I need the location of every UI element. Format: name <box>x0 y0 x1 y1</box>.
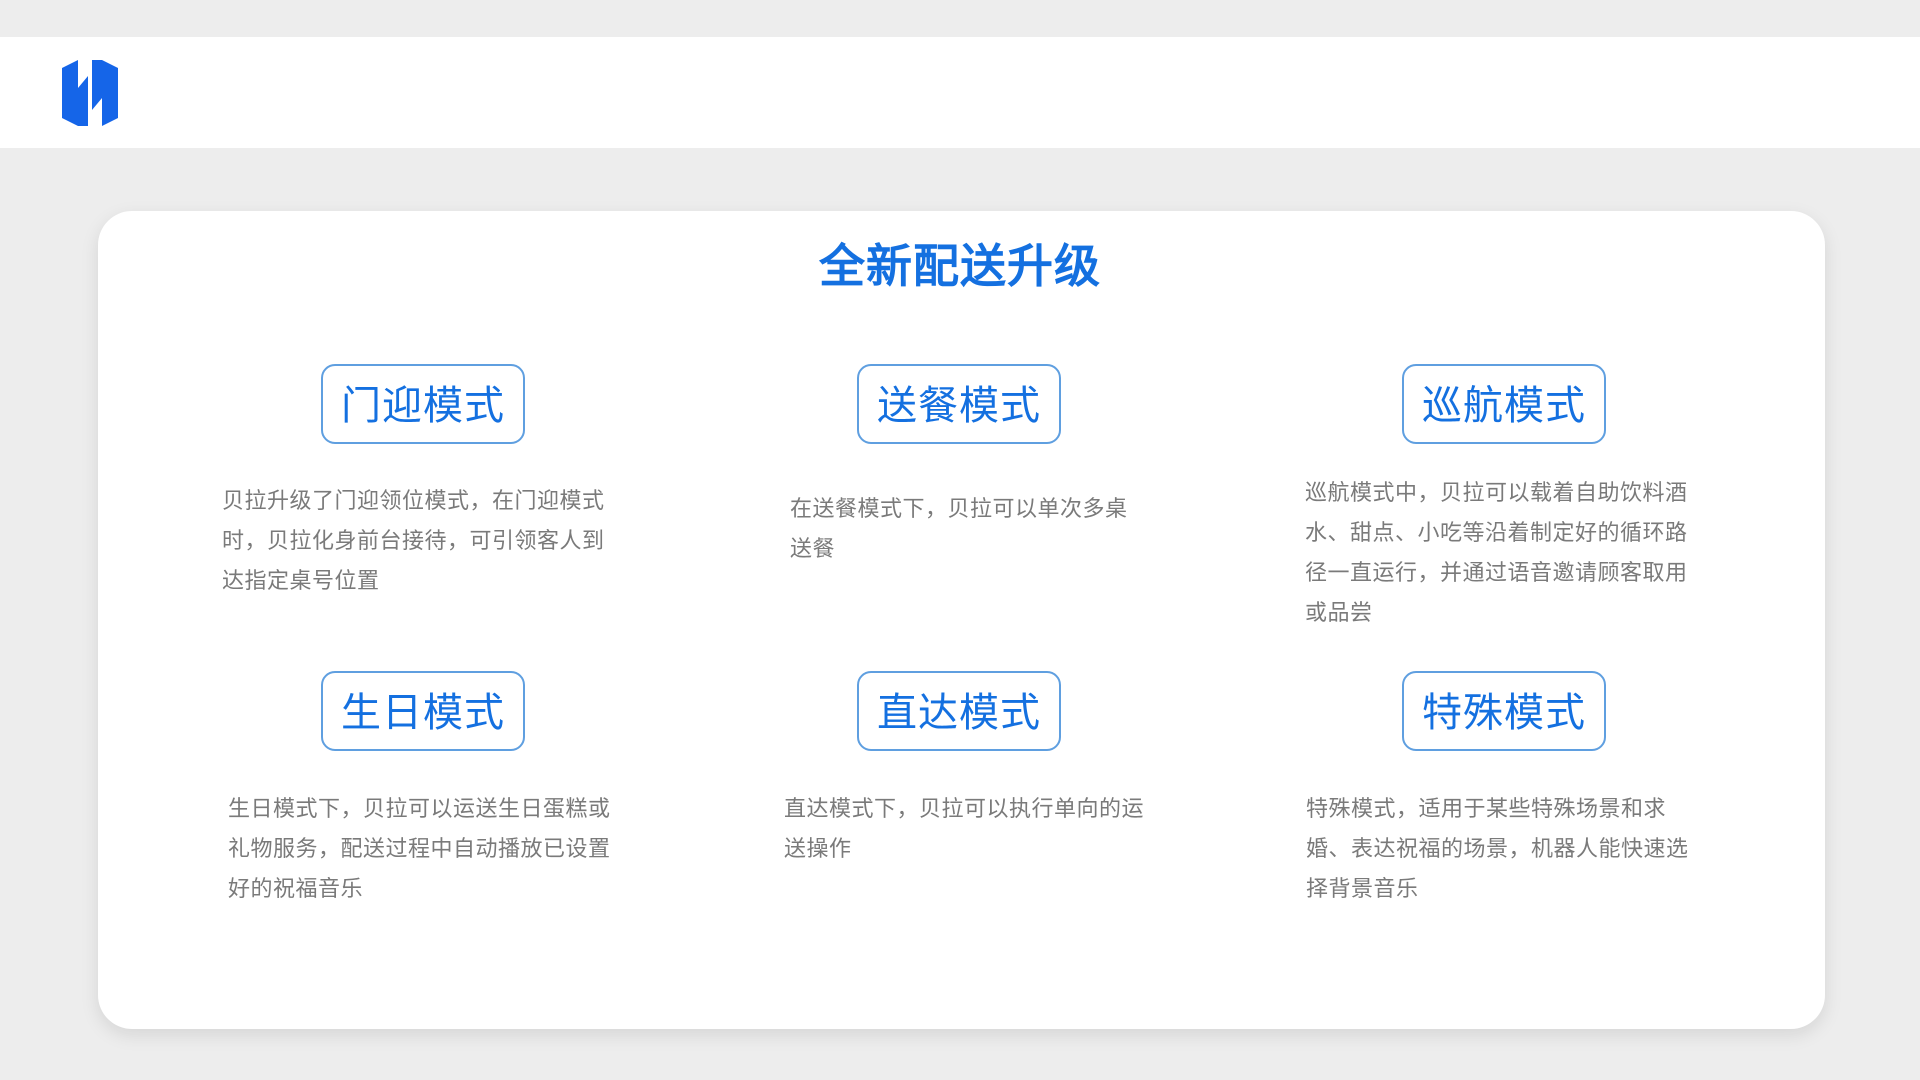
page-title: 全新配送升级 <box>819 239 1101 293</box>
brand-logo-icon <box>62 60 118 126</box>
mode-label-direct: 直达模式 <box>857 671 1061 751</box>
mode-label-delivery: 送餐模式 <box>857 364 1061 444</box>
mode-label-special: 特殊模式 <box>1402 671 1606 751</box>
mode-desc-welcome: 贝拉升级了门迎领位模式，在门迎模式时，贝拉化身前台接待，可引领客人到达指定桌号位… <box>222 489 605 594</box>
mode-desc-special: 特殊模式，适用于某些特殊场景和求婚、表达祝福的场景，机器人能快速选择背景音乐 <box>1306 797 1689 902</box>
mode-label-cruise: 巡航模式 <box>1402 364 1606 444</box>
mode-desc-delivery: 在送餐模式下，贝拉可以单次多桌送餐 <box>790 497 1128 562</box>
mode-desc-cruise: 巡航模式中，贝拉可以载着自助饮料酒水、甜点、小吃等沿着制定好的循环路径一直运行，… <box>1305 481 1688 626</box>
mode-label-welcome: 门迎模式 <box>321 364 525 444</box>
mode-label-birthday: 生日模式 <box>321 671 525 751</box>
top-header-bar <box>0 37 1920 148</box>
mode-desc-direct: 直达模式下，贝拉可以执行单向的运送操作 <box>784 797 1145 862</box>
mode-desc-birthday: 生日模式下，贝拉可以运送生日蛋糕或礼物服务，配送过程中自动播放已设置好的祝福音乐 <box>228 797 611 902</box>
